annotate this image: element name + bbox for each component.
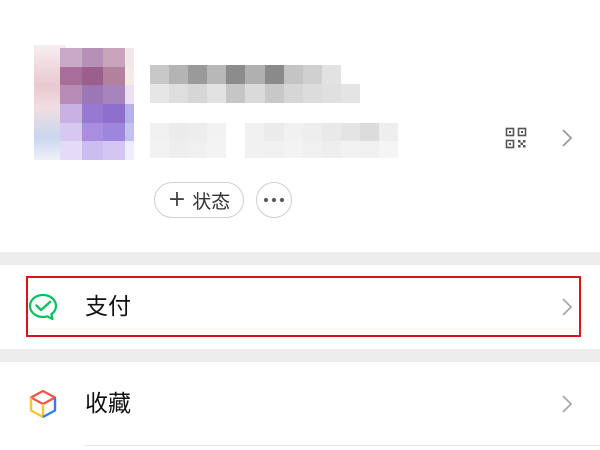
chevron-right-icon [560,393,574,415]
status-button-label: 状态 [192,190,231,213]
more-button[interactable] [256,182,292,218]
qr-code-icon[interactable] [505,127,527,149]
chevron-right-icon[interactable] [560,127,574,149]
wechat-id-pixelated [150,123,398,158]
row-divider [85,445,600,446]
plus-icon: + [167,187,187,212]
menu-item-pay[interactable]: 支付 [0,265,600,349]
username-pixelated [150,65,360,103]
section-divider [0,252,600,265]
chevron-right-icon [560,296,574,318]
profile-header[interactable]: + 状态 [0,0,600,252]
favorites-cube-icon [27,388,59,420]
more-horizontal-icon [262,198,286,202]
avatar-pixelated-mask [60,48,134,160]
add-status-button[interactable]: + 状态 [154,182,244,218]
menu-item-pay-label: 支付 [85,294,131,320]
section-divider [0,349,600,362]
menu-item-favorites-label: 收藏 [85,391,131,417]
wechat-pay-icon [27,291,59,323]
menu-item-favorites[interactable]: 收藏 [0,362,600,446]
avatar[interactable] [34,45,134,160]
